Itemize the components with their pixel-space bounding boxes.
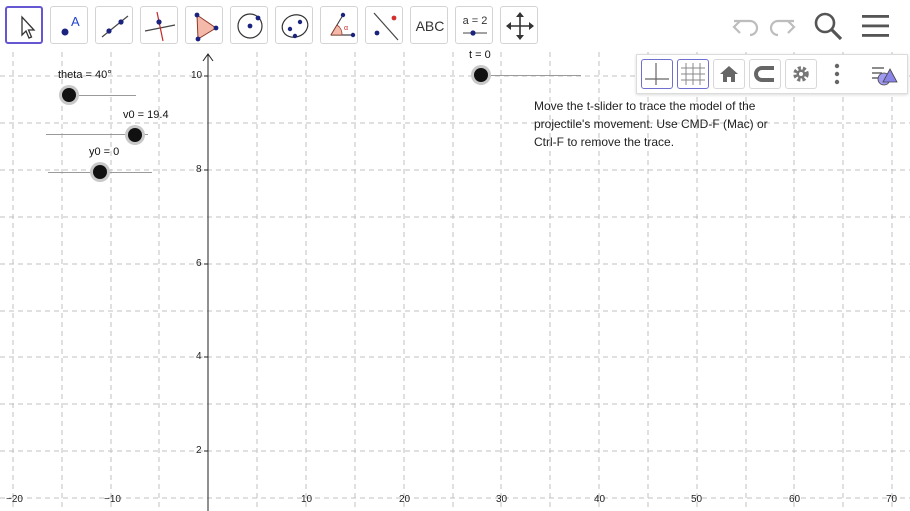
y-tick-label: 10 (191, 70, 203, 81)
undo-icon (732, 19, 759, 37)
line-tool-button[interactable] (95, 6, 133, 44)
point-capturing-button[interactable] (749, 59, 781, 89)
graphics-style-bar (636, 54, 908, 94)
redo-button[interactable] (764, 8, 800, 44)
more-options-button[interactable] (821, 59, 853, 89)
axes-icon (645, 63, 669, 85)
t-slider-track[interactable] (481, 75, 581, 76)
pointer-arrow-icon (21, 15, 36, 39)
search-icon (814, 12, 843, 41)
y-tick-label: 6 (196, 258, 202, 269)
x-tick-label: −10 (104, 494, 121, 505)
x-tick-label: 30 (496, 494, 508, 505)
point-tool-button[interactable]: A (50, 6, 88, 44)
point-icon: A (61, 14, 80, 36)
x-tick-label: 60 (789, 494, 801, 505)
circle-tool-button[interactable] (230, 6, 268, 44)
perpendicular-tool-button[interactable] (140, 6, 178, 44)
perpendicular-line-icon (144, 11, 176, 42)
polygon-tool-button[interactable] (185, 6, 223, 44)
snap-magnet-icon (754, 66, 774, 82)
t-slider-handle[interactable] (474, 68, 488, 82)
x-tick-label: 50 (691, 494, 703, 505)
grid-icon (681, 63, 705, 85)
text-tool-button[interactable]: ABC (410, 6, 448, 44)
theta-slider-handle[interactable] (62, 88, 76, 102)
angle-icon: α (330, 12, 356, 38)
line-icon (101, 15, 129, 38)
standard-view-button[interactable] (713, 59, 745, 89)
instruction-text: Move the t-slider to trace the model of … (534, 99, 768, 149)
svg-text:α: α (344, 25, 348, 32)
slider-icon (463, 30, 487, 36)
move-graphics-tool-button[interactable] (500, 6, 538, 44)
search-button[interactable] (810, 8, 846, 44)
home-icon (720, 66, 738, 82)
text-tool-label: ABC (415, 18, 445, 34)
menu-icon (862, 15, 889, 37)
y-tick-label: 8 (196, 164, 202, 175)
x-tick-label: 70 (886, 494, 898, 505)
more-vertical-icon (834, 63, 840, 85)
v0-slider-handle[interactable] (128, 128, 142, 142)
angle-tool-button[interactable]: α (320, 6, 358, 44)
x-tick-label: 10 (301, 494, 313, 505)
ellipse-icon (281, 14, 309, 39)
y0-slider-label: y0 = 0 (89, 146, 120, 158)
reflect-tool-button[interactable] (365, 6, 403, 44)
theta-slider-label: theta = 40° (58, 69, 112, 81)
y-tick-label: 4 (196, 351, 202, 362)
toggle-stylebar-icon (872, 67, 898, 86)
reflect-about-line-icon (373, 12, 399, 41)
polygon-icon (194, 12, 219, 42)
ellipse-tool-button[interactable] (275, 6, 313, 44)
undo-button[interactable] (728, 8, 764, 44)
move-graphics-view-icon (506, 12, 534, 40)
show-axes-button[interactable] (641, 59, 673, 89)
x-tick-label: 20 (399, 494, 411, 505)
v0-slider-label: v0 = 19.4 (123, 109, 169, 121)
redo-icon (769, 19, 796, 37)
move-tool-button[interactable] (5, 6, 43, 44)
y-tick-label: 2 (196, 445, 202, 456)
menu-button[interactable] (858, 8, 894, 44)
svg-text:A: A (71, 14, 80, 29)
settings-button[interactable] (785, 59, 817, 89)
x-tick-label: 40 (594, 494, 606, 505)
settings-gear-icon (793, 66, 809, 82)
show-grid-button[interactable] (677, 59, 709, 89)
slider-tool-button[interactable]: a = 2 (455, 6, 493, 44)
y0-slider-handle[interactable] (93, 165, 107, 179)
t-slider-label: t = 0 (469, 49, 491, 61)
toolbar: A α ABC a = 2 (0, 0, 910, 52)
x-tick-label: −20 (6, 494, 23, 505)
circle-center-point-icon (237, 13, 263, 39)
toggle-style-bar-button[interactable] (869, 59, 901, 89)
